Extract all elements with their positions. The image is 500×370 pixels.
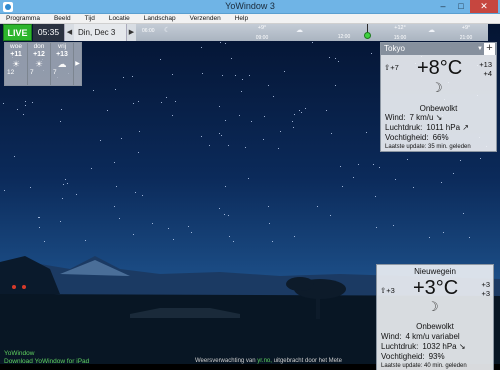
minimize-button[interactable]: – (434, 0, 452, 13)
menu-beeld[interactable]: Beeld (54, 15, 71, 22)
city-name[interactable]: Nieuwegein (377, 267, 493, 276)
next-day-button[interactable]: ▶ (126, 24, 136, 41)
cloud-icon: ☁ (296, 27, 303, 34)
menu-verzenden[interactable]: Verzenden (190, 15, 221, 22)
city-name: Tokyo (384, 44, 405, 53)
live-button[interactable]: LIVE (3, 24, 32, 41)
wind-row: Wind: 4 km/u variabel (381, 332, 460, 341)
wind-row: Wind: 7 km/u ↘ (385, 113, 443, 122)
city-selector[interactable]: Tokyo ▼ + (381, 43, 496, 55)
humidity-row: Vochtigheid: 66% (385, 133, 449, 142)
sun-icon: ☀ (34, 59, 44, 69)
timeline-slot: ☾ 06:00 (142, 27, 171, 34)
chevron-down-icon[interactable]: ▼ (477, 43, 483, 55)
temp-high: +3 (481, 280, 490, 289)
menu-bar: Programma Beeld Tijd Locatie Landschap V… (0, 14, 500, 24)
timeline-slot: +12° 15:00 (393, 25, 407, 41)
pressure-row: Luchtdruk: 1032 hPa ↘ (381, 342, 466, 351)
temp-low: +4 (483, 69, 492, 78)
last-update: Laatste update: 35 min. geleden (385, 144, 471, 150)
date-display: Din, Dec 3 (74, 24, 126, 41)
forecast-day[interactable]: don +12 ☀ 7 (28, 43, 51, 85)
cloud-icon: ☁ (428, 27, 435, 34)
forecast-day[interactable]: vrij +13 ☁ 7 (51, 43, 74, 85)
timeline-slot: 12:00 (337, 34, 351, 40)
temp-low: +3 (481, 289, 490, 298)
lantern-2 (22, 285, 26, 289)
nieuwegein-weather-panel: Nieuwegein ⇧+3 +3°C +3 +3 ☽ Onbewolkt Wi… (376, 264, 494, 370)
title-bar: YoWindow 3 – □ ✕ (0, 0, 500, 14)
condition: Onbewolkt (419, 104, 458, 113)
timeline-handle[interactable] (364, 32, 371, 39)
moon-icon: ☾ (164, 27, 171, 34)
condition: Onbewolkt (416, 322, 454, 331)
download-ipad-link[interactable]: Download YoWindow for iPad (4, 358, 89, 365)
tree-canopy-2 (286, 277, 314, 291)
feels-like: ⇧+3 (380, 286, 395, 295)
temperature: +3°C (413, 277, 459, 299)
yowindow-label: YoWindow (4, 350, 35, 357)
feels-like: ⇧+7 (384, 63, 399, 72)
cloud-icon: ☁ (57, 59, 67, 69)
humidity-row: Vochtigheid: 93% (381, 352, 445, 361)
snowy-peak (60, 260, 130, 276)
tokyo-weather-panel: Tokyo ▼ + ⇧+7 +8°C +13 +4 ☽ Onbewolkt Wi… (380, 42, 497, 152)
timeline-slot: +9° 21:00 (459, 25, 473, 41)
moon-icon: ☽ (431, 80, 443, 95)
menu-locatie[interactable]: Locatie (109, 15, 130, 22)
sun-cloud-icon: ☀ (11, 59, 21, 69)
pressure-row: Luchtdruk: 1011 hPa ↗ (385, 123, 469, 132)
forecast-day[interactable]: woe +11 ☀ 12 (5, 43, 28, 85)
toolbar: LIVE 05:35 ◀ Din, Dec 3 ▶ ☾ 06:00 +9° 09… (3, 24, 497, 41)
yr-link[interactable]: yr.no, (257, 358, 272, 364)
moon-icon: ☽ (427, 299, 439, 314)
maximize-button[interactable]: □ (452, 0, 470, 13)
temp-high: +13 (479, 60, 492, 69)
menu-tijd[interactable]: Tijd (85, 15, 95, 22)
forecast-credit: Weersverwachting van yr.no, uitgebracht … (195, 358, 343, 364)
menu-help[interactable]: Help (235, 15, 248, 22)
tree-trunk (316, 289, 320, 319)
menu-programma[interactable]: Programma (6, 15, 40, 22)
left-hill (0, 256, 60, 299)
add-city-button[interactable]: + (484, 43, 495, 55)
window-title: YoWindow 3 (225, 1, 275, 11)
timeline-slot: +9° 09:00 (255, 25, 269, 41)
last-update: Laatste update: 40 min. geleden (381, 363, 467, 369)
temperature: +8°C (417, 57, 463, 79)
current-time[interactable]: 05:35 (33, 24, 64, 41)
forecast-strip: woe +11 ☀ 12 don +12 ☀ 7 vrij +13 ☁ 7 ▶ (4, 42, 82, 86)
forecast-expand-button[interactable]: ▶ (74, 43, 81, 85)
close-button[interactable]: ✕ (470, 0, 498, 13)
menu-landschap[interactable]: Landschap (144, 15, 176, 22)
lantern (12, 285, 16, 289)
window-controls: – □ ✕ (434, 0, 498, 14)
timeline-slider[interactable]: ☾ 06:00 +9° 09:00 ☁ 12:00 +12° 15:00 ☁ +… (136, 24, 488, 41)
prev-day-button[interactable]: ◀ (64, 24, 74, 41)
